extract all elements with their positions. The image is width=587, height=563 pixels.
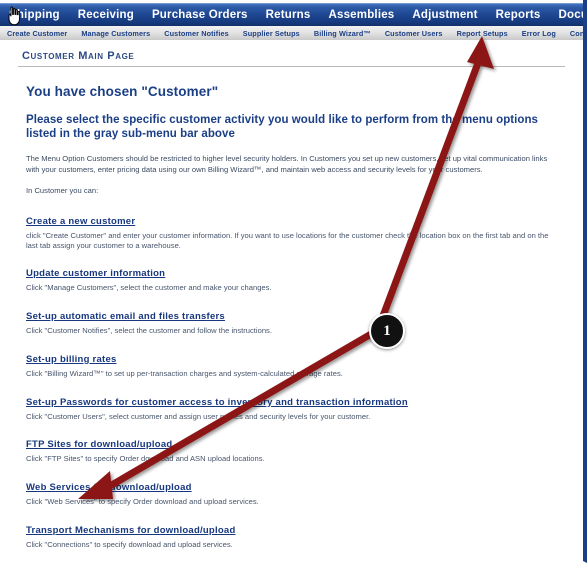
callout-badge-1: 1 — [369, 313, 405, 349]
title-divider — [18, 66, 565, 67]
link-description: click "Create Customer" and enter your c… — [26, 230, 549, 250]
main-menu-item-documents[interactable]: Documents — [550, 4, 583, 26]
intro-paragraph: The Menu Option Customers should be rest… — [26, 154, 548, 174]
application-window: Shipping Receiving Purchase Orders Retur… — [0, 0, 587, 563]
link-description: Click "Customer Users", select customer … — [26, 411, 371, 421]
activity-link-list: Create a new customer click "Create Cust… — [26, 211, 561, 562]
link-update-customer-information[interactable]: Update customer information — [26, 268, 165, 279]
link-description: Click "Customer Notifies", select the cu… — [26, 326, 272, 336]
list-item: Web Services for download/upload Click "… — [26, 477, 561, 507]
link-setup-passwords-for-customer-access[interactable]: Set-up Passwords for customer access to … — [26, 397, 408, 408]
list-item: FTP Sites for download/upload Click "FTP… — [26, 434, 561, 464]
in-customer-label: In Customer you can: — [26, 186, 99, 195]
main-menu-item-adjustment[interactable]: Adjustment — [403, 4, 486, 26]
page-subheading: Please select the specific customer acti… — [26, 114, 539, 140]
list-item: Set-up automatic email and files transfe… — [26, 306, 561, 336]
list-item: Transport Mechanisms for download/upload… — [26, 520, 561, 550]
link-ftp-sites-for-download-upload[interactable]: FTP Sites for download/upload — [26, 439, 172, 450]
sub-menu-item-customer-users[interactable]: Customer Users — [378, 27, 450, 40]
main-menu-item-assemblies[interactable]: Assemblies — [319, 4, 403, 26]
list-item: Update customer information Click "Manag… — [26, 263, 561, 293]
link-setup-automatic-email-and-files-transfers[interactable]: Set-up automatic email and files transfe… — [26, 311, 225, 322]
main-menu-item-reports[interactable]: Reports — [487, 4, 550, 26]
hand-cursor-icon — [8, 6, 21, 26]
sub-menu-bar: Create Customer Manage Customers Custome… — [0, 26, 583, 40]
main-menu-item-purchase-orders[interactable]: Purchase Orders — [143, 4, 257, 26]
callout-number: 1 — [383, 322, 391, 339]
sub-menu-item-error-log[interactable]: Error Log — [515, 27, 563, 40]
sub-menu-item-connections[interactable]: Connections — [563, 27, 583, 40]
sub-menu-item-report-setups[interactable]: Report Setups — [450, 27, 515, 40]
sub-menu-item-supplier-setups[interactable]: Supplier Setups — [236, 27, 307, 40]
link-description: Click "FTP Sites" to specify Order downl… — [26, 454, 265, 464]
list-item: Set-up Passwords for customer access to … — [26, 392, 561, 422]
sub-menu-item-create-customer[interactable]: Create Customer — [0, 27, 74, 40]
list-item: Set-up billing rates Click "Billing Wiza… — [26, 349, 561, 379]
page-title: Customer Main Page — [22, 50, 135, 62]
link-description: Click "Billing Wizard™" to set up per-tr… — [26, 368, 343, 378]
list-item: Create a new customer click "Create Cust… — [26, 211, 561, 251]
link-setup-billing-rates[interactable]: Set-up billing rates — [26, 354, 117, 365]
page-heading: You have chosen "Customer" — [26, 84, 219, 99]
main-menu-item-receiving[interactable]: Receiving — [69, 4, 143, 26]
sub-menu-item-manage-customers[interactable]: Manage Customers — [74, 27, 157, 40]
sub-menu-item-billing-wizard[interactable]: Billing Wizard™ — [307, 27, 378, 40]
link-transport-mechanisms-for-download-upload[interactable]: Transport Mechanisms for download/upload — [26, 525, 236, 536]
page-content: You have chosen "Customer" Please select… — [0, 84, 583, 562]
link-create-a-new-customer[interactable]: Create a new customer — [26, 216, 135, 227]
link-description: Click "Manage Customers", select the cus… — [26, 283, 272, 293]
link-description: Click "Connections" to specify download … — [26, 539, 233, 549]
main-menu-item-returns[interactable]: Returns — [257, 4, 320, 26]
sub-menu-item-customer-notifies[interactable]: Customer Notifies — [157, 27, 236, 40]
main-menu-bar: Shipping Receiving Purchase Orders Retur… — [0, 3, 583, 26]
link-description: Click "Web Services" to specify Order do… — [26, 496, 259, 506]
link-web-services-for-download-upload[interactable]: Web Services for download/upload — [26, 482, 192, 493]
page-body: Customer Main Page You have chosen "Cust… — [0, 40, 583, 561]
